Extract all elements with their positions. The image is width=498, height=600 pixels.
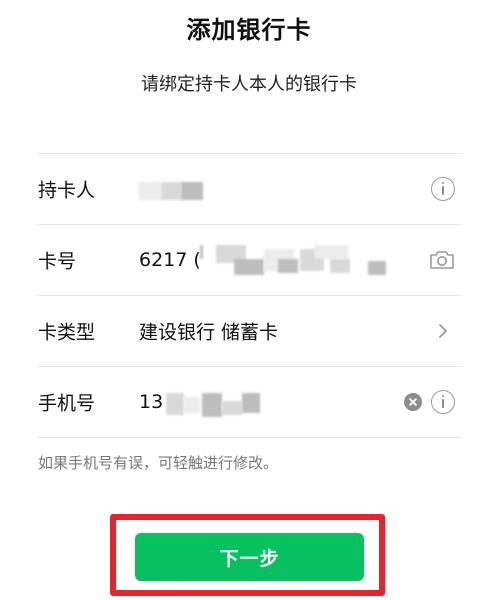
chevron-right-icon[interactable] <box>438 323 448 339</box>
card-number-redacted <box>278 259 298 273</box>
cardholder-redacted <box>139 182 161 200</box>
divider <box>38 437 461 438</box>
next-button[interactable]: 下一步 <box>135 533 364 581</box>
card-type-row[interactable]: 卡类型 建设银行 储蓄卡 <box>38 296 461 366</box>
phone-redacted <box>184 397 200 413</box>
cardholder-row: 持卡人 <box>38 154 461 224</box>
camera-icon[interactable] <box>428 249 456 271</box>
bank-card-form: 持卡人 卡号 6217 ( 卡类型 建设银行 储蓄卡 手机号 13 <box>38 153 461 438</box>
info-icon[interactable] <box>431 177 455 201</box>
card-number-redacted <box>368 261 386 275</box>
phone-redacted <box>202 393 222 417</box>
page-title: 添加银行卡 <box>186 16 312 44</box>
phone-redacted <box>222 401 242 415</box>
clear-icon[interactable] <box>404 393 422 411</box>
phone-redacted <box>242 393 260 413</box>
card-number-redacted <box>330 259 350 273</box>
card-number-value[interactable]: 6217 ( <box>139 249 201 271</box>
card-number-row[interactable]: 卡号 6217 ( <box>38 225 461 295</box>
phone-label: 手机号 <box>38 392 96 415</box>
info-icon[interactable] <box>431 390 455 414</box>
card-number-redacted <box>200 245 203 259</box>
card-number-label: 卡号 <box>38 250 77 273</box>
cardholder-redacted <box>181 182 203 200</box>
phone-hint-text: 如果手机号有误，可轻触进行修改。 <box>38 454 279 472</box>
card-type-value: 建设银行 储蓄卡 <box>139 321 279 344</box>
phone-redacted <box>166 393 184 415</box>
page-subtitle: 请绑定持卡人本人的银行卡 <box>141 74 357 95</box>
card-number-redacted <box>314 245 348 259</box>
card-number-redacted <box>234 259 264 275</box>
cardholder-label: 持卡人 <box>38 179 96 202</box>
phone-row[interactable]: 手机号 13 <box>38 367 461 437</box>
phone-value[interactable]: 13 <box>139 391 163 413</box>
cardholder-redacted <box>161 182 181 200</box>
card-type-label: 卡类型 <box>38 321 96 344</box>
